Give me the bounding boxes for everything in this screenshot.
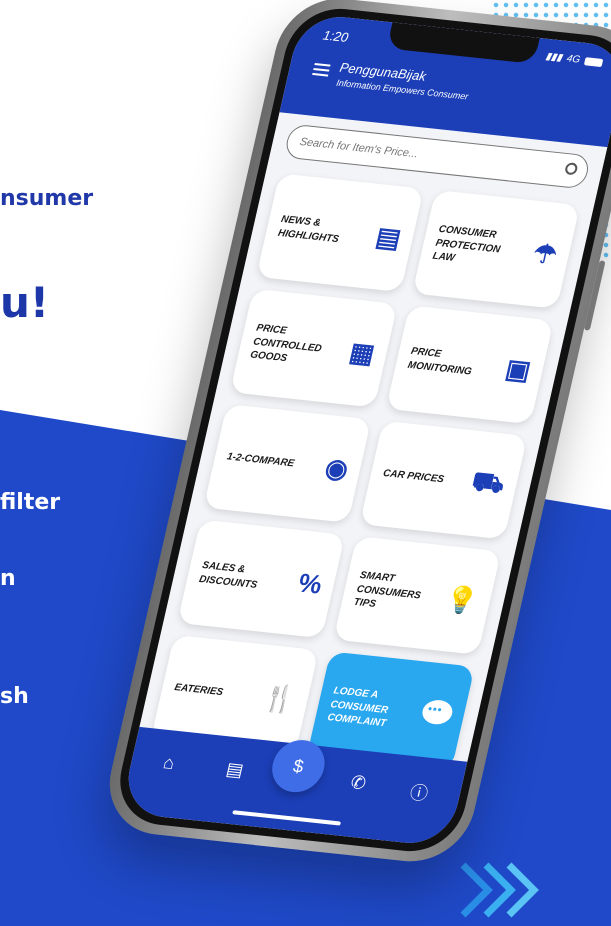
percent-icon: % — [295, 567, 326, 600]
background-text-2: u! — [0, 278, 50, 327]
tile-news-highlights[interactable]: News & Highlights ▤ — [256, 173, 424, 293]
background-text-4: n — [0, 566, 16, 591]
compare-tag-icon: ◉ — [322, 452, 352, 485]
info-icon[interactable]: ⓘ — [407, 778, 431, 806]
home-icon[interactable]: ⌂ — [161, 752, 176, 774]
background-text-5: sh — [0, 684, 29, 709]
phone-icon[interactable]: ✆ — [349, 772, 368, 794]
tile-label: Sales & Discounts — [198, 559, 259, 591]
tile-label: Eateries — [173, 682, 225, 699]
signal-icon: ▮▮▮ — [544, 51, 564, 64]
tile-sales-discounts[interactable]: Sales & Discounts % — [177, 519, 346, 639]
search-icon[interactable] — [564, 162, 579, 176]
tile-smart-consumers-tips[interactable]: Smart Consumers Tips 💡 — [333, 536, 502, 655]
monitor-chart-icon: ▣ — [502, 353, 534, 386]
tile-label: Price Monitoring — [406, 345, 473, 377]
newspaper-icon: ▤ — [372, 221, 404, 254]
tile-1-2-compare[interactable]: 1-2-Compare ◉ — [203, 404, 372, 523]
background-text-1: nsumer — [0, 186, 94, 211]
tile-label: 1-2-Compare — [225, 451, 296, 470]
goods-icon: ▦ — [346, 336, 378, 369]
tile-label: Car Prices — [381, 467, 446, 486]
tile-price-controlled-goods[interactable]: Price Controlled Goods ▦ — [229, 288, 398, 408]
background-text-3: filter — [0, 490, 61, 515]
status-indicators: ▮▮▮ 4G — [544, 51, 604, 68]
network-label: 4G — [565, 53, 582, 66]
tile-price-monitoring[interactable]: Price Monitoring ▣ — [385, 305, 554, 425]
umbrella-family-icon: ☂ — [530, 237, 560, 271]
tile-consumer-protection-law[interactable]: Consumer Protection Law ☂ — [412, 189, 581, 309]
search-price-icon[interactable]: $ — [266, 737, 330, 795]
tile-label: Price Controlled Goods — [249, 322, 323, 365]
book-icon[interactable]: ▤ — [224, 759, 245, 782]
tile-car-prices[interactable]: Car Prices ⛟ — [359, 420, 528, 540]
tile-label: Consumer Protection Law — [431, 223, 502, 264]
fork-knife-icon: 🍴 — [260, 681, 299, 716]
tile-label: Lodge a Consumer Complaint — [326, 685, 390, 730]
status-time: 1:20 — [321, 27, 350, 45]
car-icon: ⛟ — [468, 465, 508, 499]
hamburger-menu-icon[interactable] — [312, 62, 331, 77]
home-indicator — [232, 810, 342, 826]
chevron-decoration — [460, 862, 539, 918]
tile-label: News & Highlights — [276, 213, 340, 245]
tile-label: Smart Consumers Tips — [352, 569, 422, 610]
chat-bubble-icon — [418, 698, 455, 733]
lightbulb-icon: 💡 — [442, 583, 482, 617]
battery-icon — [583, 56, 604, 67]
